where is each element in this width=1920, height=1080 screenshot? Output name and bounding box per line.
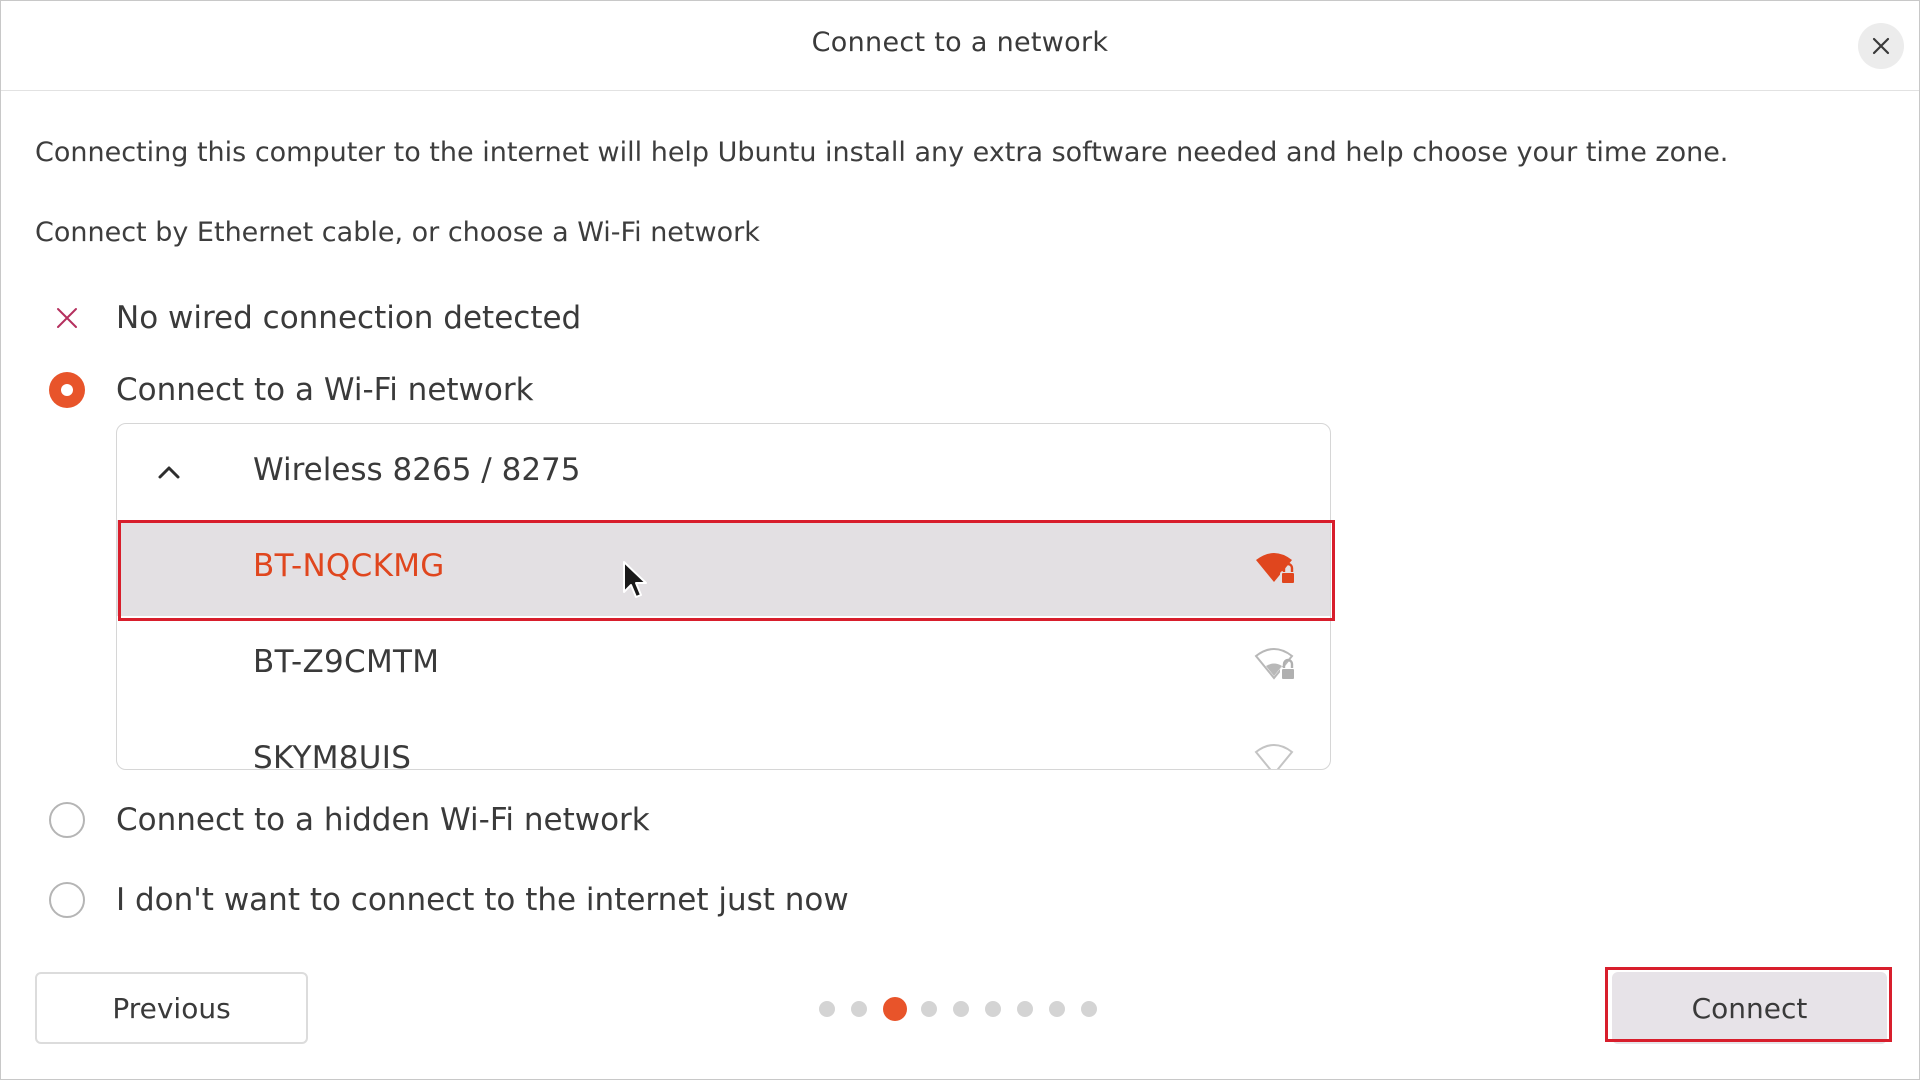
network-ssid: BT-NQCKMG xyxy=(253,548,445,584)
close-button[interactable] xyxy=(1858,23,1904,69)
close-icon xyxy=(1872,37,1890,55)
dialog-window: Connect to a network Connecting this com… xyxy=(0,0,1920,1080)
network-row[interactable]: SKYM8UIS xyxy=(117,712,1330,770)
wired-status-label: No wired connection detected xyxy=(116,300,582,336)
wifi-network-radio[interactable] xyxy=(49,372,85,408)
title-bar: Connect to a network xyxy=(1,1,1919,91)
hidden-wifi-option-label: Connect to a hidden Wi-Fi network xyxy=(116,802,650,838)
step-dot xyxy=(1049,1001,1065,1017)
step-dot-current xyxy=(883,997,907,1021)
step-dot xyxy=(1017,1001,1033,1017)
wifi-secure-icon xyxy=(1254,744,1294,769)
step-dot xyxy=(953,1001,969,1017)
dialog-title: Connect to a network xyxy=(811,27,1109,58)
step-dot xyxy=(1081,1001,1097,1017)
network-ssid: SKYM8UIS xyxy=(253,740,412,770)
no-internet-option-label: I don't want to connect to the internet … xyxy=(116,882,849,918)
network-row[interactable]: BT-NQCKMG xyxy=(117,520,1330,616)
x-icon xyxy=(45,296,89,340)
wifi-network-list: Wireless 8265 / 8275 BT-NQCKMG BT-Z9CMTM… xyxy=(116,423,1331,770)
step-dot xyxy=(921,1001,937,1017)
intro-text: Connecting this computer to the internet… xyxy=(35,137,1729,168)
network-ssid: BT-Z9CMTM xyxy=(253,644,440,680)
hidden-wifi-option[interactable]: Connect to a hidden Wi-Fi network xyxy=(45,798,650,842)
chevron-up-icon[interactable] xyxy=(157,460,181,484)
wifi-device-label: Wireless 8265 / 8275 xyxy=(253,452,581,488)
step-indicator xyxy=(819,997,1113,1021)
previous-button[interactable]: Previous xyxy=(35,972,308,1044)
hidden-wifi-radio[interactable] xyxy=(49,802,85,838)
step-dot xyxy=(819,1001,835,1017)
connection-instructions: Connect by Ethernet cable, or choose a W… xyxy=(35,217,760,248)
wifi-device-row[interactable]: Wireless 8265 / 8275 xyxy=(117,424,1330,520)
connect-button[interactable]: Connect xyxy=(1612,972,1887,1044)
wifi-secure-icon xyxy=(1254,648,1296,681)
mouse-cursor-icon xyxy=(623,561,647,598)
wifi-network-option[interactable]: Connect to a Wi-Fi network xyxy=(45,368,534,412)
step-dot xyxy=(851,1001,867,1017)
no-internet-radio[interactable] xyxy=(49,882,85,918)
wifi-network-option-label: Connect to a Wi-Fi network xyxy=(116,372,534,408)
network-row[interactable]: BT-Z9CMTM xyxy=(117,616,1330,712)
wired-status-row: No wired connection detected xyxy=(45,296,581,340)
wifi-secure-icon xyxy=(1256,553,1296,585)
step-dot xyxy=(985,1001,1001,1017)
no-internet-option[interactable]: I don't want to connect to the internet … xyxy=(45,878,849,922)
